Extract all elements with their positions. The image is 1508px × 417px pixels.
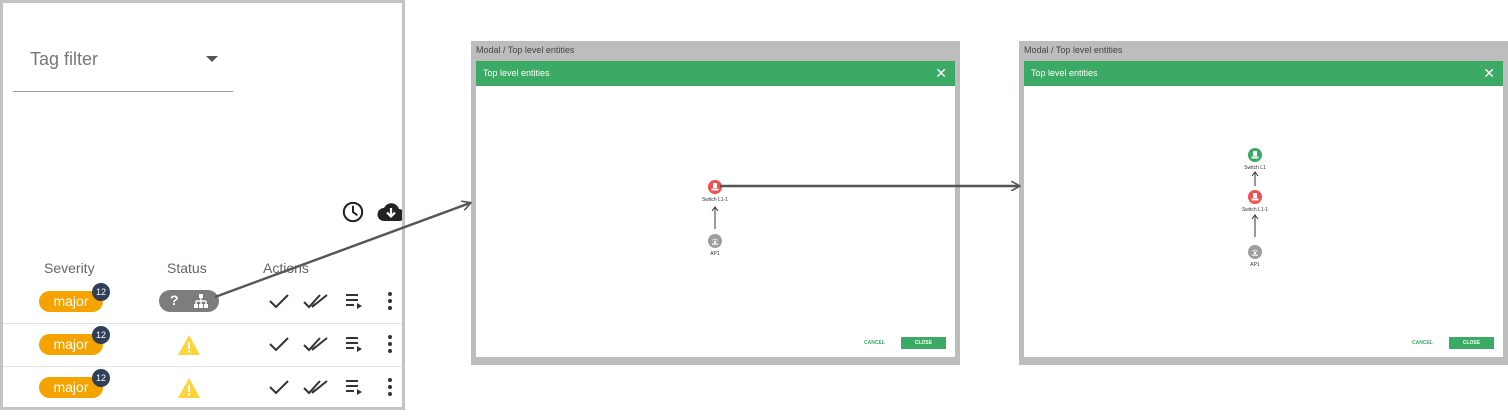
severity-column-header[interactable]: Severity [44, 260, 95, 276]
close-icon[interactable]: ✕ [935, 66, 947, 80]
switch-icon [1251, 151, 1259, 159]
warning-icon[interactable] [177, 377, 201, 399]
modal-frame-before: Modal / Top level entities Top level ent… [471, 41, 960, 365]
access-point-icon [712, 238, 718, 245]
double-check-icon[interactable] [302, 291, 330, 311]
playlist-icon[interactable] [344, 291, 364, 311]
count-badge: 12 [92, 369, 110, 387]
switch-node-label: Switch L1-1 [1241, 207, 1269, 213]
clock-icon[interactable] [342, 201, 364, 223]
topology-icon[interactable] [193, 293, 209, 309]
switch-node[interactable] [1248, 190, 1262, 204]
access-point-icon [1252, 249, 1258, 256]
double-check-icon[interactable] [302, 334, 330, 354]
cancel-button[interactable]: CANCEL [1412, 340, 1433, 346]
close-button[interactable]: CLOSE [901, 337, 946, 349]
ap-node[interactable] [1248, 245, 1262, 259]
tag-filter-label: Tag filter [30, 49, 99, 69]
chevron-down-icon [206, 56, 218, 62]
double-check-icon[interactable] [302, 377, 330, 397]
table-row[interactable]: major 12 [3, 323, 402, 367]
switch-icon [1251, 193, 1259, 201]
check-icon[interactable] [268, 291, 290, 311]
cloud-download-icon[interactable] [376, 199, 405, 225]
cancel-button[interactable]: CANCEL [864, 340, 885, 346]
link-arrow-icon [1251, 214, 1259, 237]
status-column-header[interactable]: Status [167, 260, 207, 276]
status-unknown-text: ? [170, 292, 179, 308]
count-badge: 12 [92, 326, 110, 344]
modal-caption: Modal / Top level entities [476, 45, 575, 55]
modal-title: Top level entities [1031, 68, 1098, 78]
top-level-entities-modal: Top level entities ✕ Switch L1 Switch L1… [1024, 61, 1503, 357]
more-vert-icon[interactable] [386, 334, 394, 354]
modal-frame-after: Modal / Top level entities Top level ent… [1019, 41, 1508, 365]
count-badge: 12 [92, 283, 110, 301]
modal-header: Top level entities ✕ [1024, 61, 1503, 86]
switch-node[interactable] [708, 180, 722, 194]
top-level-entities-modal: Top level entities ✕ Switch L1-1 AP1 CAN… [476, 61, 955, 357]
switch-node-label: Switch L1-1 [701, 197, 729, 203]
close-button[interactable]: CLOSE [1449, 337, 1494, 349]
warning-icon[interactable] [177, 334, 201, 356]
top-switch-node[interactable] [1248, 148, 1262, 162]
modal-header: Top level entities ✕ [476, 61, 955, 86]
modal-caption: Modal / Top level entities [1024, 45, 1123, 55]
link-arrow-icon [1251, 171, 1259, 186]
table-row[interactable]: major 12 [3, 366, 402, 407]
table-row[interactable]: major 12 ? [3, 280, 402, 324]
ap-node-label: AP1 [710, 251, 720, 257]
more-vert-icon[interactable] [386, 291, 394, 311]
link-arrow-icon [711, 206, 719, 229]
status-chip[interactable]: ? [159, 290, 219, 312]
playlist-icon[interactable] [344, 377, 364, 397]
check-icon[interactable] [268, 334, 290, 354]
ap-node-label: AP1 [1250, 262, 1260, 268]
playlist-icon[interactable] [344, 334, 364, 354]
alarm-list-panel: Tag filter Severity Status Actions major… [0, 0, 405, 410]
actions-column-header: Actions [263, 260, 309, 276]
close-icon[interactable]: ✕ [1483, 66, 1495, 80]
ap-node[interactable] [708, 234, 722, 248]
more-vert-icon[interactable] [386, 377, 394, 397]
switch-icon [711, 183, 719, 191]
check-icon[interactable] [268, 377, 290, 397]
tag-filter-select[interactable]: Tag filter [13, 41, 233, 92]
modal-title: Top level entities [483, 68, 550, 78]
